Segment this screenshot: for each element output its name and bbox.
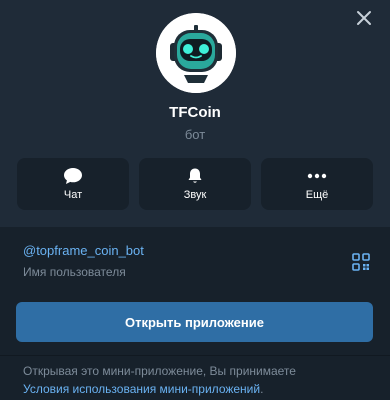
terms-note: Открывая это мини-приложение, Вы принима…: [23, 362, 373, 398]
terms-text: Открывая это мини-приложение, Вы принима…: [23, 364, 296, 378]
qr-code-icon[interactable]: [352, 253, 370, 271]
sound-button-label: Звук: [183, 189, 207, 201]
more-dots-icon: [261, 167, 373, 185]
robot-avatar-icon: [156, 13, 236, 93]
bot-name: TFCoin: [169, 104, 221, 121]
divider: [0, 355, 390, 356]
bell-icon: [139, 167, 251, 185]
close-icon[interactable]: [354, 8, 374, 28]
more-button-label: Ещё: [305, 189, 329, 201]
terms-link[interactable]: Условия использования мини-приложений: [23, 382, 260, 396]
chat-bubble-icon: [17, 167, 129, 185]
open-app-button[interactable]: Открыть приложение: [16, 302, 373, 342]
terms-tail: .: [260, 382, 264, 396]
chat-button[interactable]: Чат: [17, 158, 129, 210]
sound-button[interactable]: Звук: [139, 158, 251, 210]
bot-type-label: бот: [184, 127, 206, 142]
more-button[interactable]: Ещё: [261, 158, 373, 210]
avatar: [156, 13, 236, 93]
username-link[interactable]: @topframe_coin_bot: [23, 243, 144, 258]
username-caption: Имя пользователя: [23, 265, 126, 279]
chat-button-label: Чат: [63, 189, 83, 201]
